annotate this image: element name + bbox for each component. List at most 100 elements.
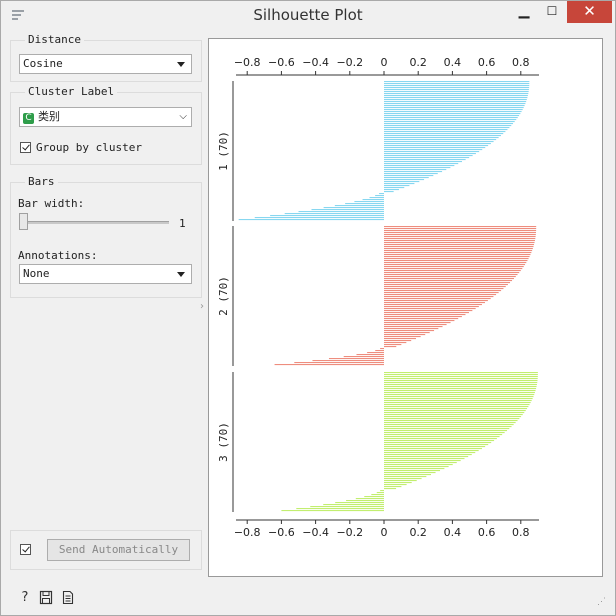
- silhouette-bar: [384, 145, 489, 147]
- close-button[interactable]: ✕: [567, 1, 612, 23]
- silhouette-bar: [384, 314, 466, 316]
- silhouette-bar: [384, 87, 530, 89]
- silhouette-bar: [384, 446, 486, 448]
- silhouette-bar: [384, 83, 530, 85]
- annotations-value: None: [23, 267, 50, 280]
- silhouette-bar: [345, 203, 384, 205]
- silhouette-bar: [384, 133, 504, 135]
- send-automatically-button[interactable]: Send Automatically: [47, 539, 190, 561]
- bar-width-slider-track[interactable]: [21, 221, 169, 224]
- silhouette-bar: [384, 137, 499, 139]
- silhouette-bar: [384, 276, 516, 278]
- silhouette-bar: [384, 402, 531, 404]
- silhouette-bar: [384, 308, 476, 310]
- silhouette-bar: [384, 167, 451, 169]
- silhouette-bar: [384, 246, 534, 248]
- silhouette-bar: [384, 131, 506, 133]
- x-tick-label: 0.8: [512, 526, 530, 539]
- report-icon[interactable]: [61, 590, 75, 605]
- silhouette-bar: [384, 432, 505, 434]
- silhouette-bar: [384, 320, 455, 322]
- splitter-handle-icon[interactable]: ›: [200, 301, 204, 312]
- silhouette-bar: [310, 506, 384, 508]
- silhouette-bar: [384, 143, 491, 145]
- silhouette-bar: [380, 348, 384, 350]
- silhouette-bar: [312, 360, 384, 362]
- silhouette-bar: [384, 234, 536, 236]
- silhouette-bar: [384, 165, 455, 167]
- silhouette-bar: [384, 468, 445, 470]
- send-group: Send Automatically: [10, 530, 202, 570]
- silhouette-bar: [384, 284, 508, 286]
- silhouette-bar: [343, 356, 384, 358]
- maximize-button[interactable]: ☐: [539, 1, 565, 23]
- silhouette-bar: [384, 149, 483, 151]
- group-by-cluster-label: Group by cluster: [36, 141, 142, 154]
- silhouette-bar: [238, 219, 384, 221]
- silhouette-bar: [384, 117, 518, 119]
- bar-width-slider-handle[interactable]: [19, 213, 28, 230]
- silhouette-bar: [384, 430, 508, 432]
- silhouette-bar: [384, 296, 494, 298]
- silhouette-bar: [384, 105, 525, 107]
- silhouette-bar: [384, 159, 466, 161]
- silhouette-bar: [384, 302, 485, 304]
- silhouette-bar: [254, 217, 384, 219]
- silhouette-bar: [384, 292, 499, 294]
- silhouette-bar: [384, 262, 527, 264]
- group-by-cluster-checkbox[interactable]: [20, 142, 31, 153]
- silhouette-bar: [334, 205, 384, 207]
- silhouette-bar: [384, 466, 449, 468]
- silhouette-bar: [384, 418, 520, 420]
- help-icon[interactable]: ?: [18, 590, 32, 605]
- silhouette-bar: [384, 282, 511, 284]
- categorical-variable-icon: C: [23, 113, 34, 124]
- silhouette-bar: [384, 378, 538, 380]
- x-tick-label: −0.8: [234, 526, 261, 539]
- silhouette-bar: [371, 494, 384, 496]
- silhouette-bar: [346, 500, 384, 502]
- silhouette-bar: [384, 344, 402, 346]
- silhouette-bar: [384, 376, 538, 378]
- silhouette-bar: [384, 244, 535, 246]
- silhouette-bar: [384, 248, 533, 250]
- distance-combo[interactable]: Cosine: [19, 54, 192, 74]
- silhouette-bar: [384, 392, 535, 394]
- silhouette-bar: [384, 404, 530, 406]
- silhouette-bar: [384, 326, 443, 328]
- silhouette-bar: [384, 372, 538, 374]
- silhouette-bar: [384, 155, 473, 157]
- chevron-down-icon: ⌵: [179, 111, 187, 122]
- send-automatically-checkbox[interactable]: [20, 544, 31, 555]
- silhouette-bar: [384, 228, 537, 230]
- silhouette-bar: [384, 179, 425, 181]
- silhouette-bar: [384, 95, 528, 97]
- resize-grip-icon[interactable]: ⋰: [597, 597, 606, 607]
- x-tick-label: 0.2: [409, 56, 427, 69]
- silhouette-bar: [384, 464, 453, 466]
- silhouette-bar: [384, 189, 400, 191]
- silhouette-bar: [384, 89, 529, 91]
- silhouette-bar: [384, 294, 497, 296]
- silhouette-bar: [384, 482, 412, 484]
- silhouette-bar: [384, 484, 407, 486]
- silhouette-bar: [384, 324, 447, 326]
- silhouette-bar: [384, 163, 459, 165]
- annotations-combo[interactable]: None: [19, 264, 192, 284]
- silhouette-bar: [384, 171, 443, 173]
- silhouette-bar: [384, 476, 427, 478]
- silhouette-bar: [384, 436, 500, 438]
- silhouette-bar: [384, 480, 417, 482]
- save-icon[interactable]: [39, 590, 53, 605]
- silhouette-bar: [380, 490, 384, 492]
- silhouette-bar: [384, 428, 510, 430]
- bar-width-value: 1: [179, 217, 186, 230]
- silhouette-bar: [298, 211, 384, 213]
- cluster-label-combo[interactable]: C 类别 ⌵: [19, 107, 192, 127]
- distance-group: Distance Cosine: [10, 33, 202, 82]
- silhouette-plot-window: Silhouette Plot ▁ ☐ ✕ Distance Cosine Cl…: [0, 0, 616, 616]
- minimize-button[interactable]: ▁: [511, 1, 537, 23]
- silhouette-bar: [384, 486, 402, 488]
- silhouette-bar: [384, 400, 532, 402]
- silhouette-bar: [384, 448, 482, 450]
